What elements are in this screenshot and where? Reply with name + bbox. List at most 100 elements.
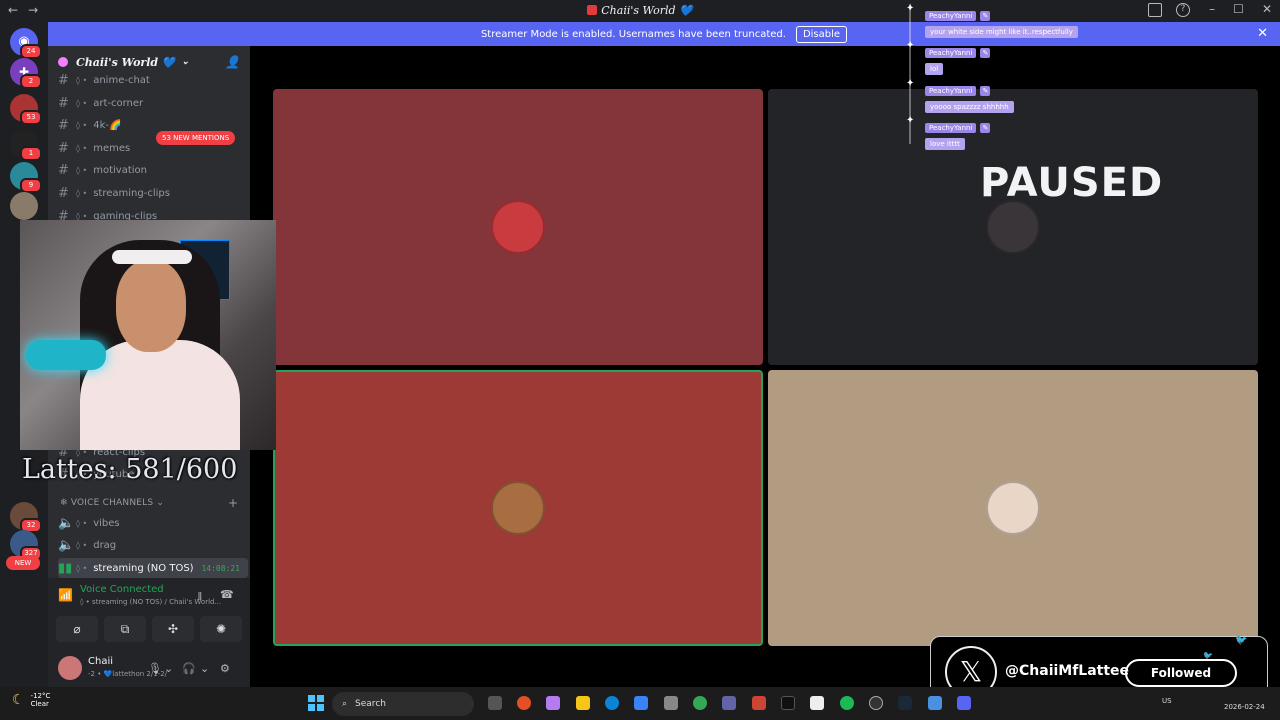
signal-icon[interactable]: 📶 [58,588,73,602]
server-icon[interactable]: 327 [10,530,42,561]
badge: 24 [20,44,42,59]
hash-icon: # [58,117,69,133]
weather-widget[interactable]: ☾ -12°C Clear [12,692,50,708]
add-channel-icon[interactable]: + [228,496,238,510]
copilot-icon[interactable] [546,696,560,710]
help-icon[interactable]: ? [1176,3,1190,17]
close-window-icon[interactable]: ✕ [1262,2,1272,16]
chat-message: ✦ PeachyYanni ✎ yoooo spazzzz shhhhh [906,78,1014,113]
voice-channel-drag[interactable]: 🔈 ◊ • drag [58,535,248,555]
server-icon[interactable]: 9 [10,162,42,193]
app-icon[interactable] [928,696,942,710]
disconnect-icon[interactable]: ☎ [220,588,234,601]
inbox-icon[interactable] [1148,3,1162,17]
language-indicator[interactable]: US [1162,697,1172,705]
hash-icon: # [58,185,69,201]
diamond-icon: ◊ • [76,563,88,573]
maximize-icon[interactable]: ☐ [1233,2,1244,16]
channel-art-corner[interactable]: # ◊ • art-corner [58,93,248,113]
app-icon[interactable] [752,696,766,710]
invite-icon[interactable]: 👤 [225,55,240,69]
channel-motivation[interactable]: # ◊ • motivation [58,160,248,180]
app-icon[interactable] [664,696,678,710]
soundboard-icon[interactable]: ✺ [200,616,242,642]
obs-icon[interactable] [869,696,883,710]
settings-gear-icon[interactable]: ⚙ [220,662,230,675]
username[interactable]: Chaii [88,656,113,667]
voice-channel-vibes[interactable]: 🔈 ◊ • vibes [58,513,248,533]
channel-label: drag [93,539,117,551]
participant-tile[interactable] [768,89,1258,365]
weather-condition: Clear [30,700,49,708]
paused-label: PAUSED [980,160,1164,206]
server-icon[interactable] [10,192,38,220]
chevron-down-icon: ⌄ [153,498,165,508]
moon-icon: ☾ [12,692,25,708]
diamond-icon: ◊ • [76,98,88,108]
new-mentions-pill[interactable]: 53 NEW MENTIONS [156,131,236,145]
participant-avatar [491,481,545,535]
file-explorer-icon[interactable] [576,696,590,710]
channel-streaming-clips[interactable]: # ◊ • streaming-clips [58,183,248,203]
task-view-icon[interactable] [488,696,502,710]
windows-taskbar: ☾ -12°C Clear ⌕ Search US 2026-02-24 [0,687,1280,720]
headphones-icon[interactable]: 🎧 [182,662,196,675]
server-icon[interactable]: ✚ 2 [10,58,42,89]
hash-icon: # [58,72,69,88]
participant-tile[interactable] [768,370,1258,646]
channel-label: motivation [93,164,147,176]
diamond-icon: ◊ • [76,165,88,175]
date-display[interactable]: 2026-02-24 [1224,703,1265,711]
channel-label: vibes [93,517,120,529]
close-icon[interactable]: ✕ [1257,26,1268,41]
voice-actions: ⌀ ⧉ ✣ ✺ [56,616,242,642]
server-badge-icon [58,57,68,67]
app-logo-icon [587,5,598,15]
channel-label: 4k-🌈 [93,119,122,131]
chat-message: ✦ PeachyYanni ✎ lol [906,40,991,75]
camera-off-icon[interactable]: ⌀ [56,616,98,642]
hash-icon: # [58,140,69,156]
search-icon: ⌕ [342,699,348,709]
participant-avatar [491,200,545,254]
chat-text: love itttt [925,138,965,150]
start-button[interactable] [308,695,324,711]
screen-share-icon[interactable]: ⧉ [104,616,146,642]
disable-button[interactable]: Disable [795,25,848,43]
taskbar-search[interactable]: ⌕ Search [332,692,474,716]
speaker-icon: 🔈 [58,537,75,553]
channel-anime-chat[interactable]: # ◊ • anime-chat [58,70,248,90]
new-badge[interactable]: NEW [6,556,40,570]
minimize-icon[interactable]: – [1209,2,1215,16]
chevron-down-icon: ⌄ [181,57,190,67]
noise-suppression-icon[interactable]: 𝍪 [198,588,202,607]
spotify-icon[interactable] [840,696,854,710]
microphone-icon[interactable]: 🎙 [148,662,162,675]
chat-username: PeachyYanni [925,86,977,96]
voice-status[interactable]: Voice Connected [80,584,164,595]
chevron-down-icon[interactable]: ⌄ [164,662,173,675]
window-title: Chaii's World 💙 [0,4,1280,17]
tiktok-icon[interactable] [781,696,795,710]
server-icon[interactable]: 1 [10,130,42,161]
home-button[interactable]: ◉ 24 [10,28,42,59]
voice-channels-header[interactable]: ❄ VOICE CHANNELS ⌄ + [60,496,238,510]
badge: 2 [20,74,42,89]
discord-icon[interactable] [957,696,971,710]
server-icon[interactable]: 32 [10,502,42,533]
edge-icon[interactable] [605,696,619,710]
chevron-down-icon[interactable]: ⌄ [200,662,209,675]
voice-channel-streaming[interactable]: ▮▮ ◊ • streaming (NO TOS) 14:08:21 [58,558,248,578]
participant-tile-speaking[interactable] [273,370,763,646]
server-icon[interactable]: 53 [10,94,42,125]
avatar[interactable] [58,656,82,680]
browser-icon[interactable] [517,696,531,710]
activities-icon[interactable]: ✣ [152,616,194,642]
store-icon[interactable] [634,696,648,710]
app-icon[interactable] [810,696,824,710]
teams-icon[interactable] [722,696,736,710]
participant-tile[interactable] [273,89,763,365]
server-name: Chaii's World 💙 [76,55,176,69]
chrome-icon[interactable] [693,696,707,710]
steam-icon[interactable] [898,696,912,710]
